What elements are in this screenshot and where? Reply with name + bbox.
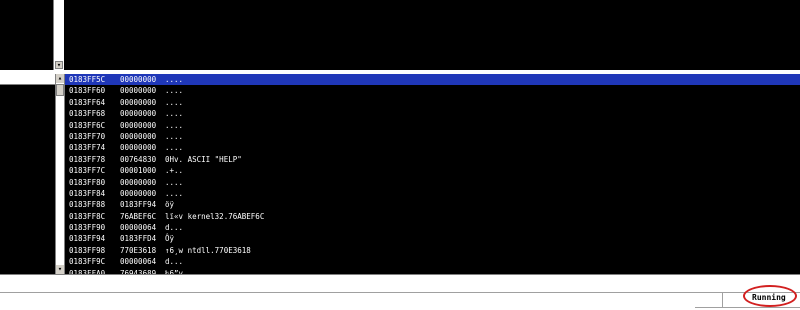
stack-comment: ....: [165, 120, 184, 130]
stack-value: 00000064: [120, 257, 157, 267]
stack-value: 00000000: [120, 131, 157, 141]
stack-address: 0183FF70: [69, 131, 106, 141]
stack-row[interactable]: 0183FF98 770E3618 ↑6¸w ntdll.770E3618: [65, 245, 800, 256]
stack-value: 0183FFD4: [120, 234, 157, 244]
scroll-down-arrow-icon[interactable]: ▾: [56, 265, 64, 274]
highlight-circle: [743, 285, 797, 307]
stack-comment: 0Hv. ASCII "HELP": [165, 154, 242, 164]
stack-value: 00001000: [120, 166, 157, 176]
stack-address: 0183FF68: [69, 109, 106, 119]
stack-row[interactable]: 0183FF6C 00000000....: [65, 120, 800, 131]
stack-row[interactable]: 0183FF7C 00001000 .+..: [65, 165, 800, 176]
stack-row[interactable]: 0183FF90 00000064 d...: [65, 222, 800, 233]
stack-comment: ....: [165, 131, 184, 141]
stack-value: 00000000: [120, 86, 157, 96]
stack-comment: d...: [165, 257, 184, 267]
stack-value: 0183FF94: [120, 200, 157, 210]
status-bar: [0, 293, 800, 310]
dump-header-strip: [0, 74, 55, 85]
stack-comment: ↑6¸w ntdll.770E3618: [165, 245, 251, 255]
stack-comment: .+..: [165, 166, 184, 176]
stack-value: 00000000: [120, 143, 157, 153]
stack-row[interactable]: 0183FF84 00000000....: [65, 188, 800, 199]
stack-value: 00000000: [120, 177, 157, 187]
stack-row[interactable]: 0183FF80 00000000....: [65, 177, 800, 188]
stack-row[interactable]: 0183FF94 0183FFD4 Ôÿ: [65, 233, 800, 244]
stack-address: 0183FF5C: [69, 75, 106, 84]
stack-row[interactable]: 0183FF60 00000000....: [65, 85, 800, 96]
stack-comment: ....: [165, 75, 184, 84]
registers-pane[interactable]: [64, 0, 800, 70]
stack-comment: ....: [165, 86, 184, 96]
stack-comment: ....: [165, 143, 184, 153]
scroll-up-arrow-icon[interactable]: ▴: [56, 74, 64, 83]
stack-row[interactable]: 0183FF68 00000000....: [65, 108, 800, 119]
stack-value: 76ABEF6C: [120, 211, 157, 221]
stack-address: 0183FF94: [69, 234, 106, 244]
dump-pane[interactable]: [0, 74, 55, 274]
stack-address: 0183FF78: [69, 154, 106, 164]
stack-pane[interactable]: 0183FF5C 00000000.... 0183FF60 00000000....…: [65, 74, 800, 274]
stack-value: 00000064: [120, 223, 157, 233]
scroll-thumb[interactable]: [56, 84, 64, 96]
stack-address: 0183FF80: [69, 177, 106, 187]
stack-comment: ....: [165, 177, 184, 187]
stack-comment: d...: [165, 223, 184, 233]
stack-value: 770E3618: [120, 245, 157, 255]
stack-row[interactable]: 0183FF64 00000000....: [65, 97, 800, 108]
stack-comment: lï«v kernel32.76ABEF6C: [165, 211, 265, 221]
scroll-down-arrow-icon[interactable]: ▾: [55, 61, 63, 69]
stack-comment: ....: [165, 97, 184, 107]
stack-address: 0183FF8C: [69, 211, 106, 221]
stack-value: 00000000: [120, 109, 157, 119]
status-field-border: [695, 307, 800, 308]
stack-address: 0183FF88: [69, 200, 106, 210]
stack-address: 0183FF90: [69, 223, 106, 233]
stack-address: 0183FF98: [69, 245, 106, 255]
stack-row[interactable]: 0183FF8C 76ABEF6C lï«v kernel32.76ABEF6C: [65, 211, 800, 222]
stack-vertical-scrollbar[interactable]: ▴ ▾: [55, 74, 65, 274]
status-separator: [722, 293, 723, 307]
stack-row[interactable]: 0183FF5C 00000000....: [65, 74, 800, 86]
stack-value: 00000000: [120, 75, 157, 84]
stack-comment: Ôÿ: [165, 234, 187, 244]
stack-address: 0183FF84: [69, 188, 106, 198]
stack-row[interactable]: 0183FF70 00000000....: [65, 131, 800, 142]
stack-row[interactable]: 0183FF74 00000000....: [65, 142, 800, 153]
stack-address: 0183FF74: [69, 143, 106, 153]
stack-address: 0183FF60: [69, 86, 106, 96]
stack-comment: öÿ: [165, 200, 187, 210]
stack-row[interactable]: 0183FF78 00764830 0Hv. ASCII "HELP": [65, 154, 800, 165]
stack-address: 0183FF6C: [69, 120, 106, 130]
stack-value: 00000000: [120, 188, 157, 198]
stack-value: 00000000: [120, 120, 157, 130]
stack-value: 00764830: [120, 154, 157, 164]
stack-address: 0183FF64: [69, 97, 106, 107]
stack-value: 00000000: [120, 97, 157, 107]
stack-row[interactable]: 0183FF88 0183FF94 öÿ: [65, 199, 800, 210]
disasm-left-pane[interactable]: [0, 0, 53, 70]
stack-comment: ....: [165, 109, 184, 119]
command-area[interactable]: [0, 275, 800, 292]
stack-address: 0183FF7C: [69, 166, 106, 176]
top-vertical-scrollbar[interactable]: ▾: [53, 0, 64, 70]
stack-comment: ....: [165, 188, 184, 198]
stack-row[interactable]: 0183FF9C 00000064 d...: [65, 256, 800, 267]
stack-address: 0183FF9C: [69, 257, 106, 267]
